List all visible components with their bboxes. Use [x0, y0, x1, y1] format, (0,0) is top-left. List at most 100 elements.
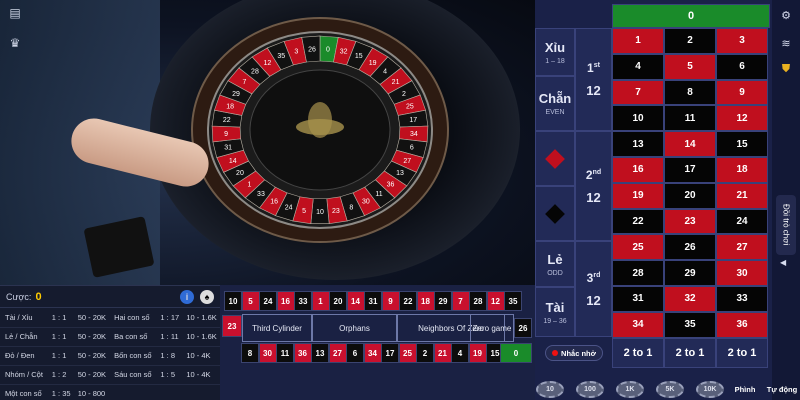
racetrack-number[interactable]: 28: [469, 291, 487, 311]
column-bet-cell[interactable]: 2 to 1: [664, 338, 716, 368]
racetrack-number[interactable]: 4: [451, 343, 469, 363]
racetrack-zero[interactable]: 0: [500, 343, 532, 363]
auto-button[interactable]: Tự động: [764, 382, 800, 396]
racetrack-number[interactable]: 25: [398, 343, 417, 363]
number-cell[interactable]: 12: [716, 105, 768, 132]
racetrack-number[interactable]: 1: [311, 291, 330, 311]
shield-icon[interactable]: ⛊: [779, 62, 793, 76]
racetrack-number[interactable]: 13: [311, 343, 329, 363]
racetrack-number[interactable]: 34: [363, 343, 382, 363]
number-cell[interactable]: 22: [612, 208, 664, 235]
racetrack-number[interactable]: 19: [468, 343, 487, 363]
number-cell[interactable]: 35: [664, 311, 716, 338]
number-cell[interactable]: 29: [664, 260, 716, 286]
racetrack-number[interactable]: 14: [346, 291, 365, 311]
number-cell[interactable]: 7: [612, 79, 664, 106]
racetrack-number[interactable]: 18: [416, 291, 435, 311]
number-cell[interactable]: 31: [612, 286, 664, 312]
racetrack-number[interactable]: 6: [346, 343, 364, 363]
column-bet-cell[interactable]: 2 to 1: [612, 338, 664, 368]
number-cell[interactable]: 18: [716, 157, 768, 183]
chip-button[interactable]: 1K: [616, 381, 644, 398]
number-cell[interactable]: 15: [716, 131, 768, 157]
racetrack-number[interactable]: 30: [258, 343, 277, 363]
racetrack-number[interactable]: 17: [381, 343, 399, 363]
black-bet-cell[interactable]: [535, 186, 575, 241]
racetrack-number[interactable]: 35: [504, 291, 522, 311]
racetrack-number[interactable]: 16: [276, 291, 295, 311]
racetrack-section[interactable]: Third Cylinder: [242, 314, 312, 342]
chip-button[interactable]: 100: [576, 381, 604, 398]
zero-cell[interactable]: 0: [612, 4, 770, 28]
settings-icon[interactable]: ⚙: [779, 8, 793, 22]
crown-icon[interactable]: ♛: [6, 34, 24, 52]
number-cell[interactable]: 2: [664, 28, 716, 54]
racetrack-number[interactable]: 12: [486, 291, 505, 311]
number-cell[interactable]: 26: [664, 234, 716, 261]
racetrack-number[interactable]: 20: [329, 291, 347, 311]
number-cell[interactable]: 25: [612, 234, 664, 261]
number-cell[interactable]: 19: [612, 182, 664, 209]
racetrack-number[interactable]: 8: [241, 343, 259, 363]
racetrack-number[interactable]: 11: [276, 343, 294, 363]
number-cell[interactable]: 20: [664, 182, 716, 209]
dozen-cell[interactable]: 3rd 12: [575, 241, 612, 337]
number-cell[interactable]: 23: [664, 208, 716, 235]
number-cell[interactable]: 9: [716, 79, 768, 106]
number-cell[interactable]: 5: [664, 53, 716, 80]
arrow-left-icon[interactable]: ◀: [780, 258, 786, 267]
racetrack-number[interactable]: 33: [294, 291, 312, 311]
number-cell[interactable]: 24: [716, 208, 768, 235]
racetrack-section[interactable]: Orphans: [312, 314, 397, 342]
number-cell[interactable]: 16: [612, 157, 664, 183]
number-cell[interactable]: 17: [664, 157, 716, 183]
racetrack-number[interactable]: 24: [259, 291, 277, 311]
chip-button[interactable]: 10: [536, 381, 564, 398]
number-cell[interactable]: 34: [612, 311, 664, 338]
column-bet-cell[interactable]: 2 to 1: [716, 338, 768, 368]
number-cell[interactable]: 13: [612, 131, 664, 157]
number-cell[interactable]: 8: [664, 79, 716, 106]
racetrack-number[interactable]: 27: [328, 343, 347, 363]
number-cell[interactable]: 32: [664, 286, 716, 312]
spade-icon[interactable]: ♠: [200, 289, 214, 304]
racetrack-number[interactable]: 9: [381, 291, 400, 311]
racetrack-number[interactable]: 5: [241, 291, 260, 311]
stats-icon[interactable]: ▤: [6, 4, 24, 22]
dozen-cell[interactable]: 1st 12: [575, 28, 612, 131]
number-cell[interactable]: 28: [612, 260, 664, 286]
number-cell[interactable]: 11: [664, 105, 716, 132]
reminder-button[interactable]: Nhắc nhở: [545, 345, 603, 361]
xiu-cell[interactable]: Xỉu 1 – 18: [535, 28, 575, 76]
switch-game-tab[interactable]: Đồi trò chơi: [776, 195, 796, 255]
racetrack-number[interactable]: 22: [399, 291, 417, 311]
le-cell[interactable]: Lẻ ODD: [535, 241, 575, 287]
chip-button[interactable]: 5K: [656, 381, 684, 398]
racetrack-number[interactable]: 36: [293, 343, 312, 363]
racetrack-number[interactable]: 7: [451, 291, 470, 311]
red-bet-cell[interactable]: [535, 131, 575, 186]
number-cell[interactable]: 1: [612, 28, 664, 54]
number-cell[interactable]: 30: [716, 260, 768, 286]
number-cell[interactable]: 4: [612, 53, 664, 80]
racetrack-number[interactable]: 2: [416, 343, 434, 363]
chan-cell[interactable]: Chẵn EVEN: [535, 76, 575, 131]
racetrack-number[interactable]: 21: [433, 343, 452, 363]
number-cell[interactable]: 27: [716, 234, 768, 261]
racetrack-number[interactable]: 26: [514, 318, 532, 338]
number-cell[interactable]: 3: [716, 28, 768, 54]
number-cell[interactable]: 10: [612, 105, 664, 132]
racetrack-section[interactable]: Zero game: [470, 314, 514, 342]
number-cell[interactable]: 6: [716, 53, 768, 80]
number-cell[interactable]: 33: [716, 286, 768, 312]
racetrack-number[interactable]: 23: [222, 315, 242, 337]
racetrack-number[interactable]: 10: [224, 291, 242, 311]
chip-button[interactable]: 10K: [696, 381, 724, 398]
racetrack-number[interactable]: 29: [434, 291, 452, 311]
number-cell[interactable]: 14: [664, 131, 716, 157]
tai-cell[interactable]: Tài 19 – 36: [535, 287, 575, 337]
number-cell[interactable]: 21: [716, 182, 768, 209]
dozen-cell[interactable]: 2nd 12: [575, 131, 612, 241]
info-icon[interactable]: i: [180, 289, 194, 304]
phinh-button[interactable]: Phình: [730, 382, 760, 396]
